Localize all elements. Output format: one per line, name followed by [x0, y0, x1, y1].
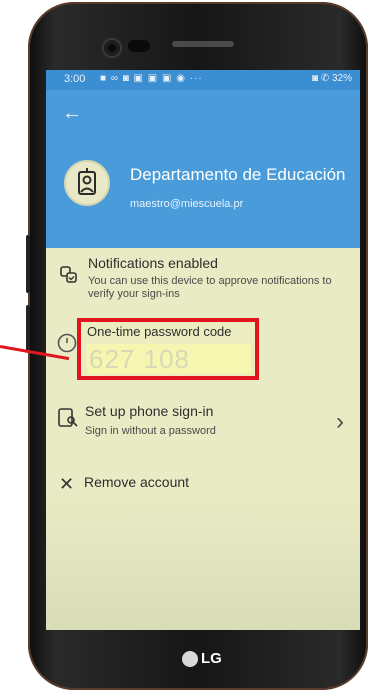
power-button[interactable]: [26, 305, 30, 353]
account-header: ← Departamento de Educación maestro@mies…: [46, 90, 360, 248]
badge-icon: [64, 160, 110, 206]
chevron-right-icon[interactable]: ›: [336, 408, 344, 436]
status-time: 3:00: [64, 73, 86, 85]
organization-name: Departamento de Educación: [130, 165, 346, 184]
proximity-sensor: [128, 40, 150, 52]
phone-signin-icon: [56, 406, 80, 430]
earpiece-speaker: [172, 41, 234, 47]
timer-icon: [56, 332, 78, 354]
lg-logo-text: LG: [201, 650, 222, 667]
status-notification-icons: ■ ∞ ◙ ▣ ▣ ▣ ◉ ···: [100, 73, 203, 84]
volume-button[interactable]: [26, 235, 30, 293]
screen: 3:00 ■ ∞ ◙ ▣ ▣ ▣ ◉ ··· ◙ ✆ 32% ← Departa…: [46, 70, 360, 630]
back-arrow-icon[interactable]: ←: [62, 102, 84, 124]
otp-code: 627 108: [89, 344, 190, 374]
lg-logo: LG: [182, 650, 226, 668]
phone-signin-title[interactable]: Set up phone sign-in: [85, 403, 213, 419]
notifications-subtitle: You can use this device to approve notif…: [88, 275, 332, 300]
otp-label: One-time password code: [87, 324, 232, 339]
status-battery: ◙ ✆ 32%: [312, 73, 352, 84]
phone-signin-subtitle: Sign in without a password: [85, 425, 216, 437]
empty-area: [46, 490, 360, 630]
remove-account-link[interactable]: Remove account: [84, 474, 189, 490]
notifications-title: Notifications enabled: [88, 255, 218, 271]
otp-highlight-box[interactable]: One-time password code 627 108: [77, 318, 259, 380]
lg-logo-icon: [182, 651, 198, 668]
front-camera-icon: [102, 38, 122, 58]
notification-approve-icon: [59, 265, 79, 285]
account-email: maestro@miescuela.pr: [130, 198, 244, 210]
status-bar: 3:00 ■ ∞ ◙ ▣ ▣ ▣ ◉ ··· ◙ ✆ 32%: [46, 70, 360, 90]
